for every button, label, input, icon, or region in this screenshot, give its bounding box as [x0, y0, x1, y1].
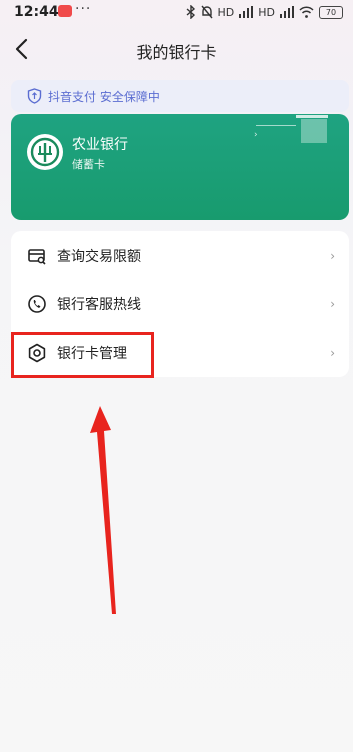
signal-icon-2	[280, 6, 294, 18]
card-decoration-block	[301, 119, 327, 143]
bank-card[interactable]: 农业银行 储蓄卡 ›	[11, 114, 349, 220]
menu-item-hotline[interactable]: 银行客服热线 ›	[11, 280, 349, 328]
phone-icon	[28, 295, 46, 313]
signal-hd-label-2: HD	[258, 5, 275, 19]
nav-bar: 我的银行卡	[0, 26, 353, 72]
abc-logo-icon	[30, 137, 60, 167]
chevron-right-icon: ›	[330, 297, 335, 311]
battery-icon: 70	[319, 5, 343, 19]
wifi-icon	[299, 6, 314, 18]
status-bar: 12:44 ··· HD HD 70	[0, 0, 353, 26]
page-title: 我的银行卡	[136, 43, 217, 62]
mute-bell-icon	[200, 5, 213, 19]
card-search-icon	[28, 249, 46, 265]
annotation-highlight-box	[11, 332, 154, 378]
chevron-right-icon: ›	[330, 346, 335, 360]
card-decoration	[296, 115, 328, 118]
security-banner-text: 抖音支付 安全保障中	[48, 89, 160, 104]
bluetooth-icon	[186, 5, 195, 19]
more-notifications-icon: ···	[75, 1, 92, 17]
menu-item-label: 查询交易限额	[57, 249, 141, 265]
chevron-right-icon: ›	[330, 249, 335, 263]
signal-hd-label-1: HD	[217, 5, 235, 19]
menu-item-query-limit[interactable]: 查询交易限额 ›	[11, 232, 349, 280]
notification-app-icon	[58, 5, 72, 17]
status-time: 12:44	[14, 4, 59, 20]
status-icons: HD HD 70	[186, 4, 343, 20]
card-chevron-icon: ›	[254, 130, 258, 140]
abc-bank-logo	[27, 134, 63, 170]
menu-item-label: 银行客服热线	[57, 297, 141, 313]
signal-icon	[239, 6, 254, 18]
shield-icon	[27, 88, 42, 104]
card-type: 储蓄卡	[72, 158, 105, 171]
card-decoration-line	[256, 125, 296, 126]
security-banner: 抖音支付 安全保障中	[11, 80, 349, 112]
bank-name: 农业银行	[72, 137, 128, 153]
